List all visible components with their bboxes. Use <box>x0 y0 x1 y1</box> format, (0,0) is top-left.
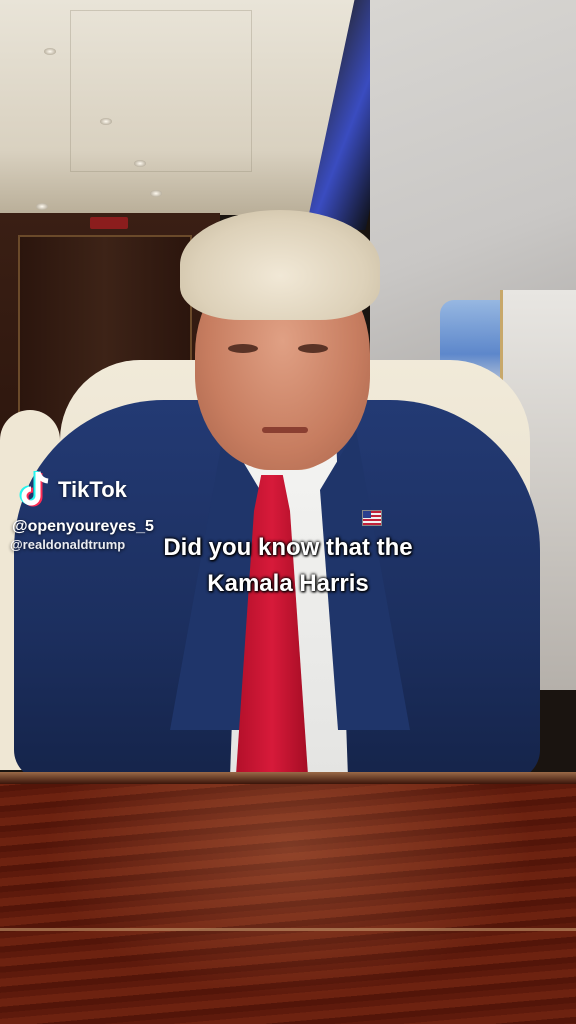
mouth <box>262 427 308 433</box>
exit-sign <box>90 217 128 229</box>
cabin-ceiling <box>0 0 360 215</box>
table-inlay <box>0 928 576 931</box>
hair <box>180 210 380 320</box>
caption-line-1: Did you know that the <box>163 534 413 561</box>
tiktok-brand-label: TikTok <box>58 477 127 502</box>
wood-table <box>0 772 576 1024</box>
left-eye <box>228 344 258 353</box>
caption-line-2: Kamala Harris <box>207 570 369 597</box>
flag-pin-icon <box>362 510 382 526</box>
table-edge <box>0 772 576 784</box>
right-eye <box>298 344 328 353</box>
tiktok-logo-icon <box>19 471 49 507</box>
tiktok-watermark: TikTok <box>18 470 127 510</box>
video-frame[interactable] <box>0 0 576 1024</box>
